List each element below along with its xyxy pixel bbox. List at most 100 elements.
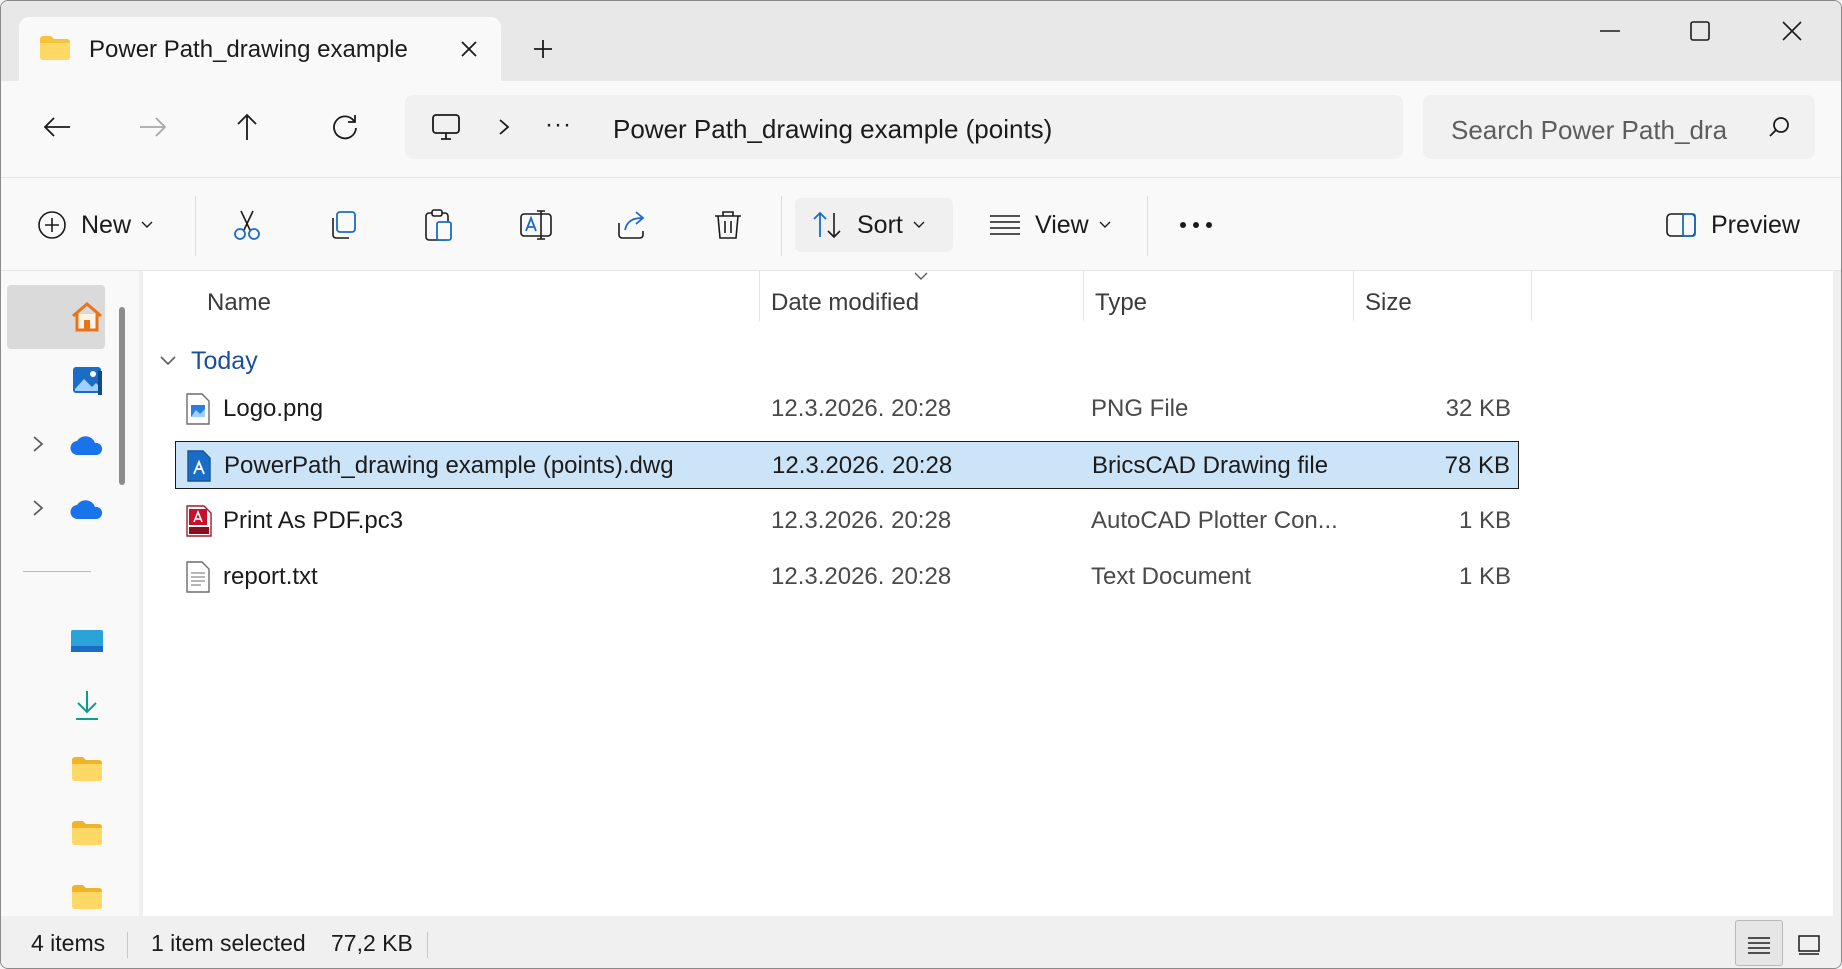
file-explorer-window: Power Path_drawing example ··· Power Pat… bbox=[0, 0, 1842, 969]
text-file-icon bbox=[185, 561, 213, 593]
file-size: 32 KB bbox=[1445, 395, 1511, 422]
scissors-icon bbox=[231, 209, 263, 241]
file-list: Name Date modified Type Size Today Logo.… bbox=[143, 271, 1833, 916]
back-button[interactable] bbox=[33, 103, 81, 151]
column-date-modified[interactable]: Date modified bbox=[771, 289, 919, 317]
sort-indicator-icon bbox=[913, 271, 929, 281]
file-type: BricsCAD Drawing file bbox=[1092, 452, 1329, 479]
status-divider bbox=[127, 932, 128, 958]
close-window-button[interactable] bbox=[1757, 11, 1827, 51]
command-separator bbox=[781, 196, 782, 256]
breadcrumb-chevron-icon[interactable] bbox=[497, 117, 511, 137]
column-divider[interactable] bbox=[1531, 271, 1532, 321]
file-name: PowerPath_drawing example (points).dwg bbox=[224, 452, 674, 479]
chevron-down-icon bbox=[1099, 221, 1111, 229]
chevron-down-icon bbox=[141, 221, 153, 229]
tiles-view-button[interactable] bbox=[1785, 920, 1833, 966]
navigation-bar: ··· Power Path_drawing example (points) … bbox=[1, 81, 1841, 177]
tab-current-folder[interactable]: Power Path_drawing example bbox=[19, 17, 501, 81]
cut-button[interactable] bbox=[231, 198, 263, 252]
list-view-icon bbox=[989, 213, 1021, 237]
folder-icon[interactable] bbox=[69, 879, 105, 915]
search-box[interactable]: Search Power Path_dra bbox=[1423, 95, 1815, 159]
large-icons-view-icon bbox=[1797, 934, 1821, 956]
file-type: AutoCAD Plotter Con... bbox=[1091, 507, 1338, 534]
command-bar: New Sort View Preview bbox=[1, 177, 1841, 271]
file-type: Text Document bbox=[1091, 563, 1252, 590]
more-options-icon bbox=[1179, 221, 1213, 229]
share-icon bbox=[615, 209, 649, 241]
table-row[interactable]: Logo.png 12.3.2026. 20:28 PNG File 32 KB bbox=[175, 385, 1519, 433]
home-icon[interactable] bbox=[69, 299, 105, 335]
file-size: 1 KB bbox=[1458, 563, 1511, 590]
preview-pane-button[interactable]: Preview bbox=[1665, 198, 1800, 252]
file-name: Logo.png bbox=[223, 395, 324, 422]
copy-icon bbox=[327, 209, 359, 241]
file-name: Print As PDF.pc3 bbox=[223, 507, 404, 534]
group-header-today[interactable]: Today bbox=[159, 345, 258, 377]
table-row-selected[interactable]: PowerPath_drawing example (points).dwg 1… bbox=[175, 441, 1519, 489]
folder-icon[interactable] bbox=[69, 815, 105, 851]
details-view-button[interactable] bbox=[1735, 920, 1783, 966]
refresh-button[interactable] bbox=[321, 103, 369, 151]
group-label: Today bbox=[191, 346, 258, 375]
file-date: 12.3.2026. 20:28 bbox=[771, 563, 952, 590]
column-header-row: Name Date modified Type Size bbox=[143, 271, 1533, 331]
rename-button[interactable] bbox=[519, 198, 553, 252]
new-button-label: New bbox=[81, 210, 132, 239]
expand-chevron-icon[interactable] bbox=[27, 433, 49, 455]
this-pc-icon[interactable] bbox=[431, 113, 461, 141]
column-name[interactable]: Name bbox=[207, 289, 271, 317]
preview-pane-icon bbox=[1665, 212, 1697, 238]
column-size[interactable]: Size bbox=[1365, 289, 1412, 317]
close-tab-icon[interactable] bbox=[453, 33, 485, 65]
onedrive-icon[interactable] bbox=[69, 491, 105, 527]
expand-chevron-icon[interactable] bbox=[27, 497, 49, 519]
view-button-label: View bbox=[1035, 210, 1089, 239]
column-divider[interactable] bbox=[759, 271, 760, 321]
autocad-plotter-icon bbox=[185, 505, 213, 537]
view-button[interactable]: View bbox=[989, 198, 1111, 252]
paste-button[interactable] bbox=[423, 198, 455, 252]
preview-label: Preview bbox=[1711, 210, 1800, 239]
image-file-icon bbox=[185, 393, 213, 425]
maximize-button[interactable] bbox=[1665, 11, 1735, 51]
column-divider[interactable] bbox=[1083, 271, 1084, 321]
downloads-icon[interactable] bbox=[69, 687, 105, 723]
navigation-pane bbox=[1, 271, 139, 916]
desktop-icon[interactable] bbox=[69, 623, 105, 659]
minimize-button[interactable] bbox=[1575, 11, 1645, 51]
new-button[interactable]: New bbox=[37, 198, 153, 252]
search-input[interactable]: Search Power Path_dra bbox=[1451, 115, 1751, 146]
up-button[interactable] bbox=[223, 103, 271, 151]
table-row[interactable]: Print As PDF.pc3 12.3.2026. 20:28 AutoCA… bbox=[175, 497, 1519, 545]
see-more-button[interactable] bbox=[1179, 198, 1213, 252]
copy-button[interactable] bbox=[327, 198, 359, 252]
column-divider[interactable] bbox=[1353, 271, 1354, 321]
table-row[interactable]: report.txt 12.3.2026. 20:28 Text Documen… bbox=[175, 553, 1519, 601]
breadcrumb-current-folder[interactable]: Power Path_drawing example (points) bbox=[613, 114, 1052, 145]
new-tab-button[interactable] bbox=[525, 31, 561, 67]
gallery-icon[interactable] bbox=[69, 363, 105, 399]
folder-icon[interactable] bbox=[69, 751, 105, 787]
file-size: 1 KB bbox=[1458, 507, 1511, 534]
column-type[interactable]: Type bbox=[1095, 289, 1147, 317]
address-bar[interactable]: ··· Power Path_drawing example (points) bbox=[405, 95, 1403, 159]
onedrive-icon[interactable] bbox=[69, 427, 105, 463]
share-button[interactable] bbox=[615, 198, 649, 252]
status-bar: 4 items 1 item selected 77,2 KB bbox=[1, 916, 1841, 968]
delete-button[interactable] bbox=[713, 198, 743, 252]
folder-icon bbox=[39, 35, 71, 61]
sort-button[interactable]: Sort bbox=[795, 198, 953, 252]
rename-icon bbox=[519, 209, 553, 241]
file-date: 12.3.2026. 20:28 bbox=[772, 452, 953, 479]
nav-scrollbar[interactable] bbox=[119, 307, 125, 485]
file-type: PNG File bbox=[1091, 395, 1189, 422]
forward-button[interactable] bbox=[129, 103, 177, 151]
chevron-down-icon bbox=[913, 221, 925, 229]
tab-title: Power Path_drawing example bbox=[89, 36, 408, 63]
collapse-chevron-icon bbox=[159, 355, 177, 367]
breadcrumb-overflow[interactable]: ··· bbox=[545, 111, 572, 139]
trash-icon bbox=[713, 209, 743, 241]
title-bar: Power Path_drawing example bbox=[1, 1, 1841, 81]
